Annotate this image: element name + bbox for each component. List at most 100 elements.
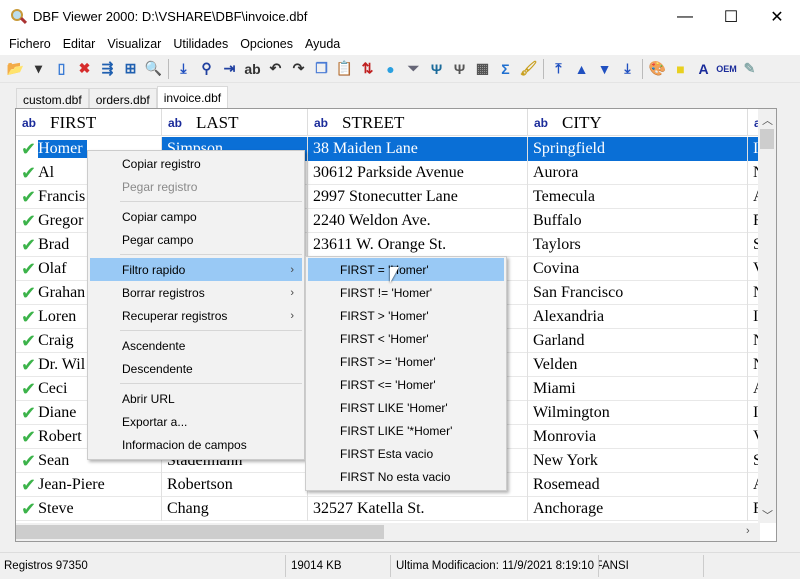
table-cell[interactable]: Garland (528, 329, 748, 353)
undo-button[interactable]: ↶ (264, 58, 287, 80)
table-cell[interactable]: Robertson (162, 473, 308, 497)
vertical-scroll-thumb[interactable] (760, 129, 774, 149)
menu-item-first-homer[interactable]: FIRST < 'Homer' (308, 327, 504, 350)
prev-record-button[interactable]: ▲ (570, 58, 593, 80)
binoculars-button[interactable]: ⚲ (195, 58, 218, 80)
comment-button[interactable]: ● (379, 58, 402, 80)
menu-item-ascendente[interactable]: Ascendente (90, 334, 302, 357)
menu-editar[interactable]: Editar (57, 37, 102, 51)
new-file-button[interactable]: ▯ (50, 58, 73, 80)
menu-item-copiar-campo[interactable]: Copiar campo (90, 205, 302, 228)
next-record-button[interactable]: ▼ (593, 58, 616, 80)
menu-item-first-homer[interactable]: FIRST != 'Homer' (308, 281, 504, 304)
brush-button[interactable]: 🖌 (517, 58, 540, 80)
shapes-button[interactable]: ■ (669, 58, 692, 80)
menu-item-recuperar-registros[interactable]: Recuperar registros › (90, 304, 302, 327)
horizontal-scroll-thumb[interactable] (16, 525, 384, 539)
menu-opciones[interactable]: Opciones (234, 37, 299, 51)
find-button[interactable]: 🔍 (142, 58, 165, 80)
table-cell[interactable]: Temecula (528, 185, 748, 209)
filter-clear-button[interactable]: Ψ (448, 58, 471, 80)
table-cell[interactable]: Covina (528, 257, 748, 281)
column-header-city[interactable]: ab CITY (528, 109, 748, 136)
sum-button[interactable]: Σ (494, 58, 517, 80)
table-cell[interactable]: ✔ Steve (16, 497, 162, 521)
open-folder-button[interactable]: 📂 (4, 58, 27, 80)
table-cell[interactable]: Monrovia (528, 425, 748, 449)
column-header-last[interactable]: ab LAST (162, 109, 308, 136)
menu-ayuda[interactable]: Ayuda (299, 37, 346, 51)
table-cell[interactable]: New York (528, 449, 748, 473)
table-cell[interactable]: ✔ Jean-Piere (16, 473, 162, 497)
vertical-scrollbar[interactable]: ︿ ﹀ (758, 109, 776, 523)
menu-item-first-esta-vacio[interactable]: FIRST Esta vacio (308, 442, 504, 465)
menu-item-first-like-homer[interactable]: FIRST LIKE '*Homer' (308, 419, 504, 442)
column-header-first[interactable]: ab FIRST (16, 109, 162, 136)
menu-item-first-no-esta-vacio[interactable]: FIRST No esta vacio (308, 465, 504, 488)
table-cell[interactable]: Rosemead (528, 473, 748, 497)
menu-item-pegar-registro[interactable]: Pegar registro (90, 175, 302, 198)
dropdown-arrow-button[interactable]: ▾ (27, 58, 50, 80)
table-cell[interactable]: Alexandria (528, 305, 748, 329)
first-record-button[interactable]: ⤒ (547, 58, 570, 80)
tab-custom-dbf[interactable]: custom.dbf (16, 88, 89, 108)
column-header-street[interactable]: ab STREET (308, 109, 528, 136)
table-cell[interactable]: Taylors (528, 233, 748, 257)
menu-fichero[interactable]: Fichero (3, 37, 57, 51)
color-palette-button[interactable]: 🎨 (646, 58, 669, 80)
menu-item-first-like-homer[interactable]: FIRST LIKE 'Homer' (308, 396, 504, 419)
table-cell[interactable]: Chang (162, 497, 308, 521)
menu-item-first-homer[interactable]: FIRST >= 'Homer' (308, 350, 504, 373)
structure-button[interactable]: ⊞ (119, 58, 142, 80)
menu-utilidades[interactable]: Utilidades (167, 37, 234, 51)
delete-button[interactable]: ✖ (73, 58, 96, 80)
menu-item-first-homer[interactable]: FIRST > 'Homer' (308, 304, 504, 327)
filter-button[interactable]: ⏷ (402, 58, 425, 80)
menu-item-informacion-de-campos[interactable]: Informacion de campos (90, 433, 302, 456)
table-cell[interactable]: Miami (528, 377, 748, 401)
menu-item-pegar-campo[interactable]: Pegar campo (90, 228, 302, 251)
font-button[interactable]: A (692, 58, 715, 80)
tab-orders-dbf[interactable]: orders.dbf (88, 88, 157, 108)
scroll-up-icon[interactable]: ︿ (762, 112, 773, 128)
last-record-button[interactable]: ⤓ (616, 58, 639, 80)
scroll-down-icon[interactable]: ﹀ (762, 507, 773, 523)
table-cell[interactable]: Anchorage (528, 497, 748, 521)
table-cell[interactable]: Wilmington (528, 401, 748, 425)
table-cell[interactable]: Aurora (528, 161, 748, 185)
menu-item-descendente[interactable]: Descendente (90, 357, 302, 380)
menu-item-filtro-rapido[interactable]: Filtro rapido › (90, 258, 302, 281)
tab-invoice-dbf[interactable]: invoice.dbf (156, 86, 229, 108)
close-button[interactable]: ✕ (754, 0, 800, 33)
table-cell[interactable]: Velden (528, 353, 748, 377)
menu-visualizar[interactable]: Visualizar (101, 37, 167, 51)
table-cell[interactable]: 23611 W. Orange St. (308, 233, 528, 257)
table-cell[interactable]: 2240 Weldon Ave. (308, 209, 528, 233)
paste-button[interactable]: 📋 (333, 58, 356, 80)
table-row[interactable]: ✔SteveChang32527 Katella St.AnchorageF (16, 497, 776, 521)
maximize-button[interactable]: ☐ (708, 0, 754, 33)
table-button[interactable]: ▦ (471, 58, 494, 80)
menu-item-exportar-a[interactable]: Exportar a... (90, 410, 302, 433)
settings-button[interactable]: ✎ (738, 58, 761, 80)
filter-plus-button[interactable]: Ψ (425, 58, 448, 80)
copy-button[interactable]: ❐ (310, 58, 333, 80)
minimize-button[interactable]: — (662, 0, 708, 33)
find-next-button[interactable]: ⇥ (218, 58, 241, 80)
table-cell[interactable]: Springfield (528, 137, 748, 161)
table-cell[interactable]: 2997 Stonecutter Lane (308, 185, 528, 209)
redo-button[interactable]: ↷ (287, 58, 310, 80)
oem-button[interactable]: OEM (715, 58, 738, 80)
menu-item-copiar-registro[interactable]: Copiar registro (90, 152, 302, 175)
table-cell[interactable]: Buffalo (528, 209, 748, 233)
goto-record-button[interactable]: ⤓ (172, 58, 195, 80)
table-cell[interactable]: San Francisco (528, 281, 748, 305)
replace-button[interactable]: ab (241, 58, 264, 80)
menu-item-first-homer[interactable]: FIRST <= 'Homer' (308, 373, 504, 396)
link-fields-button[interactable]: ⇶ (96, 58, 119, 80)
horizontal-scrollbar[interactable]: › (16, 523, 760, 541)
table-cell[interactable]: 38 Maiden Lane (308, 137, 528, 161)
scroll-right-icon[interactable]: › (746, 525, 750, 537)
menu-item-borrar-registros[interactable]: Borrar registros › (90, 281, 302, 304)
sort-az-button[interactable]: ⇅ (356, 58, 379, 80)
